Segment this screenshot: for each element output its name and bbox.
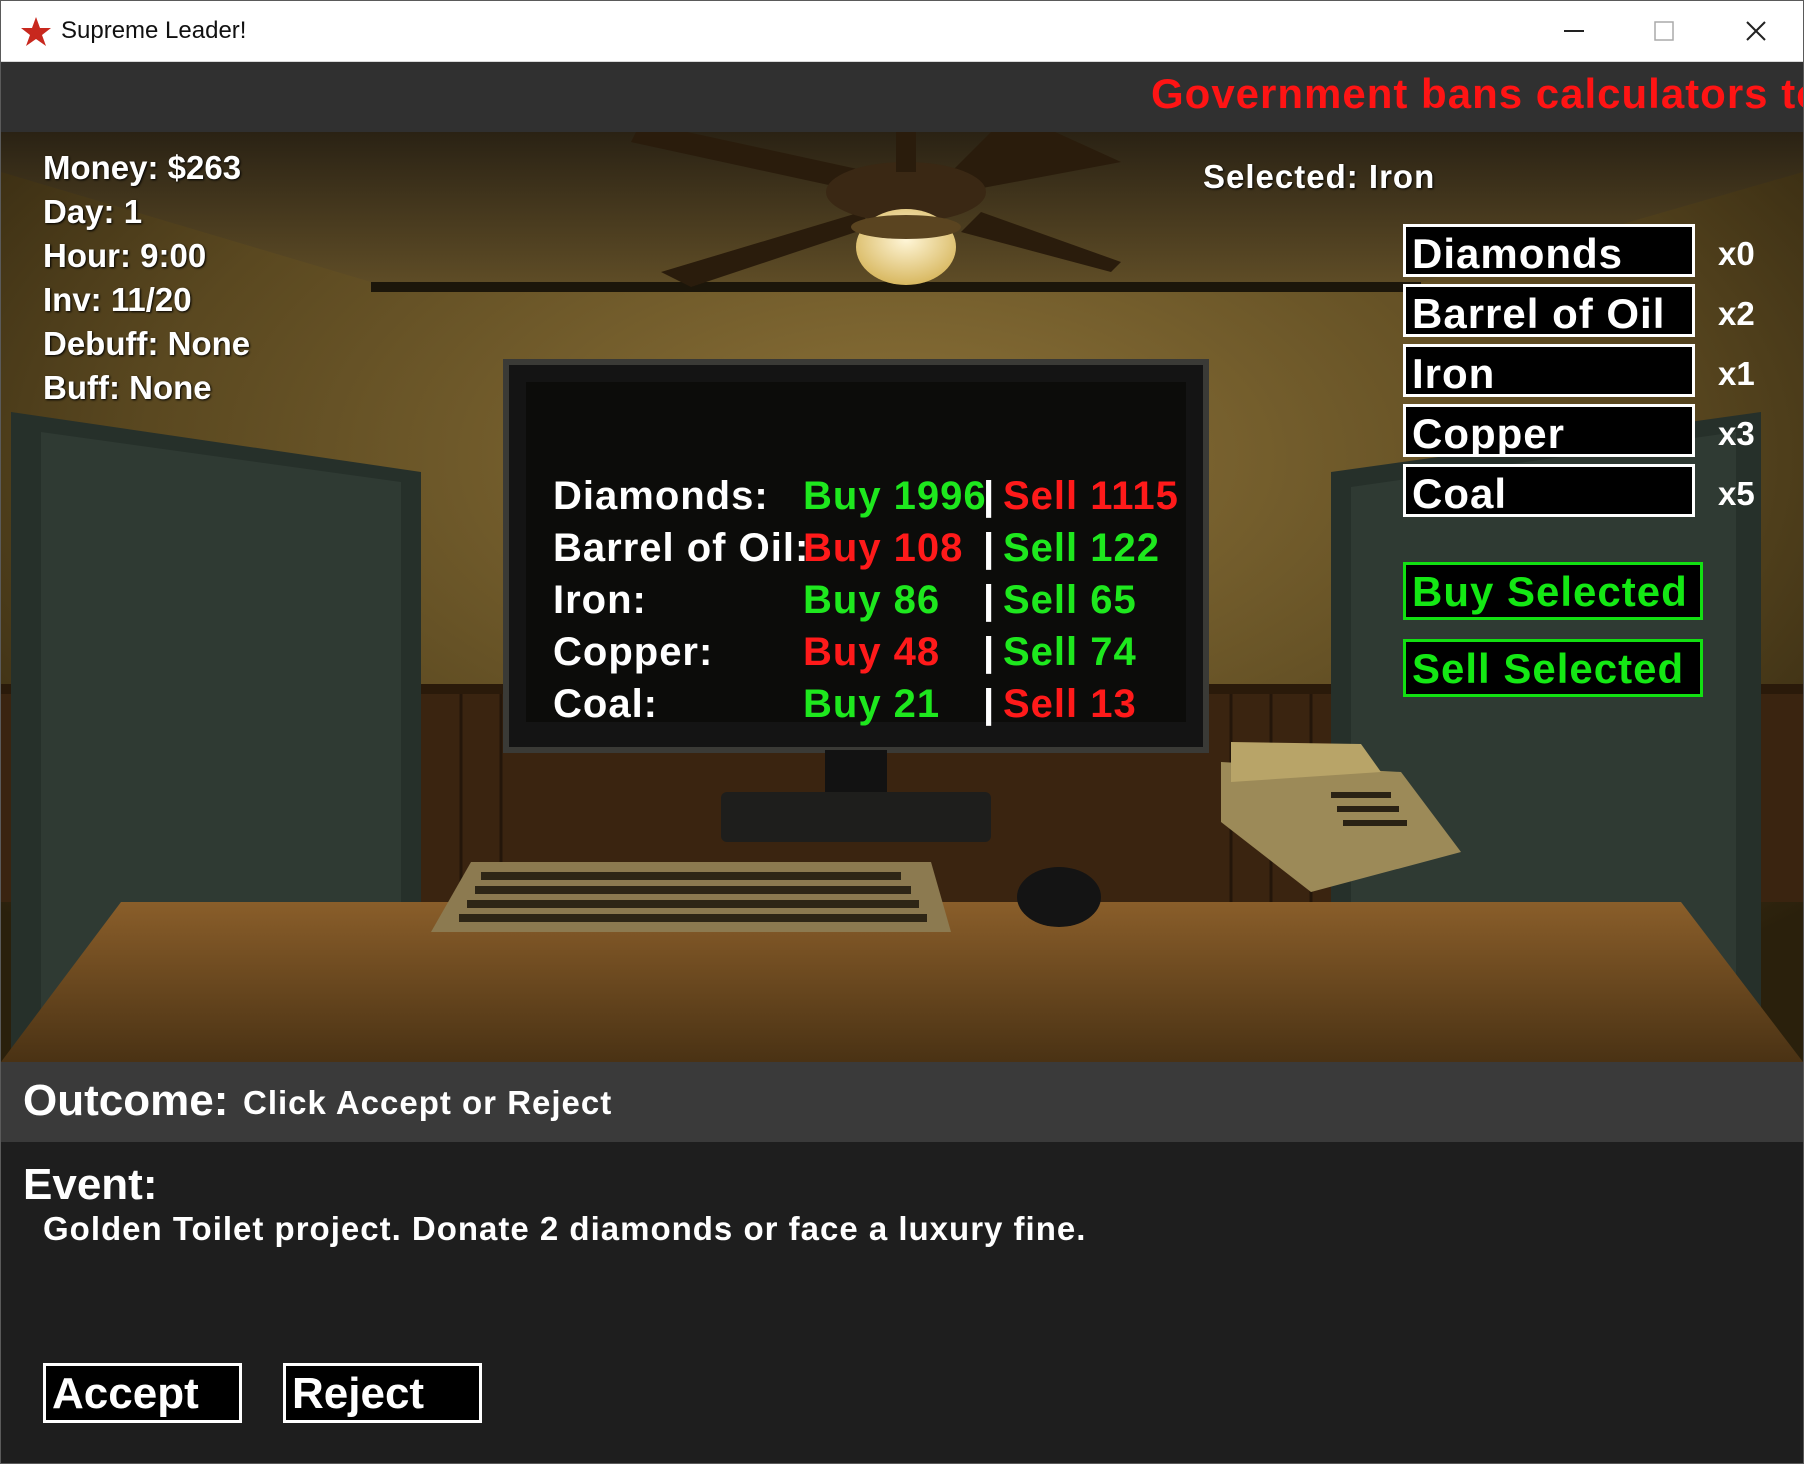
inventory-item-count: x5 bbox=[1718, 475, 1755, 512]
inventory-item-count: x2 bbox=[1718, 295, 1755, 332]
market-separator: | bbox=[983, 474, 996, 518]
money-stat: Money: $263 bbox=[43, 149, 242, 186]
market-item-name: Copper: bbox=[553, 630, 714, 674]
inventory-item-iron[interactable]: Iron x1 bbox=[1403, 344, 1755, 397]
market-separator: | bbox=[983, 526, 996, 570]
inventory-item-count: x1 bbox=[1718, 355, 1755, 392]
buff-stat: Buff: None bbox=[43, 369, 212, 406]
outcome-label: Outcome: bbox=[23, 1076, 229, 1125]
market-sell-price: Sell 74 bbox=[1003, 630, 1137, 674]
maximize-icon bbox=[1654, 21, 1674, 41]
minimize-button[interactable] bbox=[1529, 1, 1619, 61]
outcome-bar: Outcome: Click Accept or Reject bbox=[1, 1062, 1803, 1142]
office-scene: Money: $263 Day: 1 Hour: 9:00 Inv: 11/20… bbox=[1, 132, 1803, 1062]
market-buy-price: Buy 1996 bbox=[803, 474, 987, 518]
buy-selected-label: Buy Selected bbox=[1412, 568, 1688, 615]
buy-selected-button[interactable]: Buy Selected bbox=[1403, 562, 1703, 620]
market-item-name: Coal: bbox=[553, 682, 658, 726]
market-item-name: Iron: bbox=[553, 578, 647, 622]
inventory-item-coal[interactable]: Coal x5 bbox=[1403, 464, 1755, 517]
inventory-list: Diamonds x0 Barrel of Oil x2 Iron x1 Cop… bbox=[1403, 224, 1755, 524]
close-icon bbox=[1746, 21, 1766, 41]
game-window: Supreme Leader! Government bans calculat… bbox=[0, 0, 1804, 1464]
title-bar: Supreme Leader! bbox=[1, 1, 1803, 62]
inventory-item-count: x3 bbox=[1718, 415, 1755, 452]
market-item-name: Barrel of Oil: bbox=[553, 526, 810, 570]
reject-label: Reject bbox=[292, 1369, 425, 1418]
market-item-name: Diamonds: bbox=[553, 474, 769, 518]
event-label: Event: bbox=[23, 1160, 158, 1209]
inventory-item-name: Diamonds bbox=[1412, 230, 1624, 277]
close-button[interactable] bbox=[1711, 1, 1801, 61]
red-star-icon bbox=[21, 17, 51, 46]
debuff-stat: Debuff: None bbox=[43, 325, 251, 362]
day-stat: Day: 1 bbox=[43, 193, 143, 230]
reject-button[interactable]: Reject bbox=[283, 1363, 482, 1423]
event-text: Golden Toilet project. Donate 2 diamonds… bbox=[43, 1210, 1087, 1247]
outcome-value: Click Accept or Reject bbox=[243, 1084, 613, 1121]
market-sell-price: Sell 1115 bbox=[1003, 474, 1179, 518]
ticker-text: Government bans calculators to s bbox=[1151, 70, 1803, 117]
sell-selected-button[interactable]: Sell Selected bbox=[1403, 639, 1703, 697]
market-buy-price: Buy 21 bbox=[803, 682, 941, 726]
event-panel: Event: Golden Toilet project. Donate 2 d… bbox=[1, 1142, 1803, 1463]
inventory-stat: Inv: 11/20 bbox=[43, 281, 192, 318]
inventory-item-copper[interactable]: Copper x3 bbox=[1403, 404, 1755, 457]
inventory-item-diamonds[interactable]: Diamonds x0 bbox=[1403, 224, 1755, 277]
player-stats: Money: $263 Day: 1 Hour: 9:00 Inv: 11/20… bbox=[43, 146, 250, 410]
market-separator: | bbox=[983, 630, 996, 674]
market-separator: | bbox=[983, 578, 996, 622]
inventory-item-name: Copper bbox=[1412, 410, 1565, 457]
selected-item-label: Selected: Iron bbox=[1203, 158, 1436, 195]
news-ticker: Government bans calculators to s bbox=[1, 62, 1803, 132]
market-sell-price: Sell 65 bbox=[1003, 578, 1137, 622]
window-title: Supreme Leader! bbox=[61, 17, 247, 44]
market-separator: | bbox=[983, 682, 996, 726]
market-buy-price: Buy 86 bbox=[803, 578, 941, 622]
market-buy-price: Buy 108 bbox=[803, 526, 964, 570]
inventory-item-name: Iron bbox=[1412, 350, 1496, 397]
inventory-item-count: x0 bbox=[1718, 235, 1755, 272]
market-sell-price: Sell 122 bbox=[1003, 526, 1161, 570]
inventory-item-name: Barrel of Oil bbox=[1412, 290, 1666, 337]
hour-stat: Hour: 9:00 bbox=[43, 237, 207, 274]
maximize-button[interactable] bbox=[1619, 1, 1709, 61]
accept-button[interactable]: Accept bbox=[43, 1363, 242, 1423]
market-sell-price: Sell 13 bbox=[1003, 682, 1137, 726]
inventory-item-name: Coal bbox=[1412, 470, 1508, 517]
sell-selected-label: Sell Selected bbox=[1412, 645, 1685, 692]
inventory-item-barrel-of-oil[interactable]: Barrel of Oil x2 bbox=[1403, 284, 1755, 337]
minimize-icon bbox=[1564, 30, 1584, 32]
accept-label: Accept bbox=[52, 1369, 199, 1418]
market-buy-price: Buy 48 bbox=[803, 630, 941, 674]
